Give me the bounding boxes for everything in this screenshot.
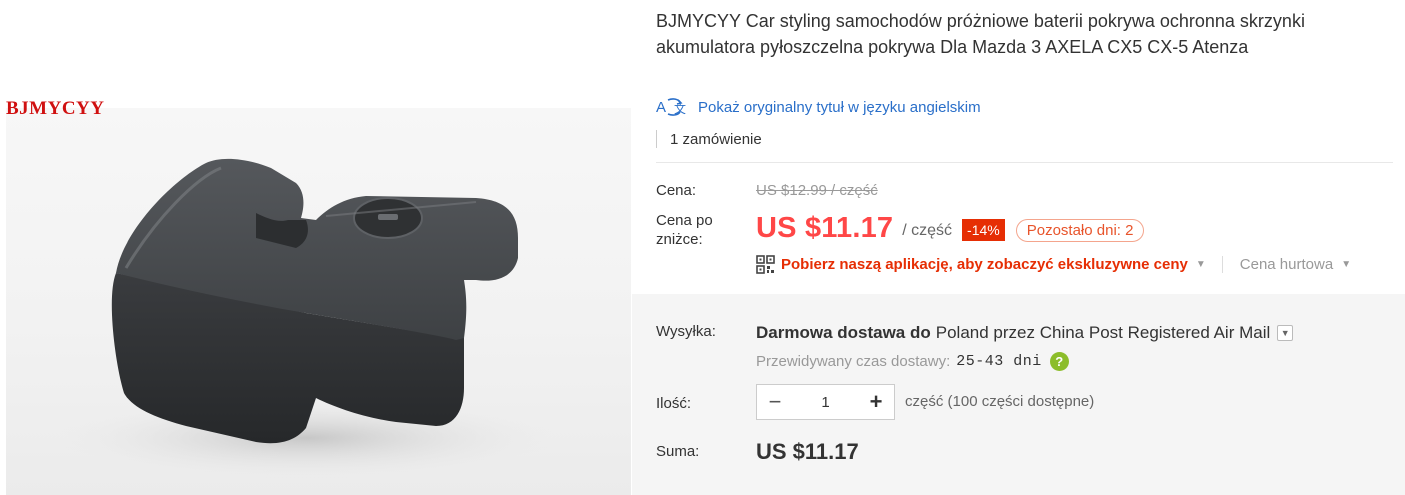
dropdown-icon[interactable]: ▼: [1277, 325, 1294, 341]
orders-divider: [656, 130, 657, 148]
product-info-panel: BJMYCYY Car styling samochodów próżniowe…: [632, 0, 1405, 495]
delivery-label: Przewidywany czas dostawy:: [756, 352, 951, 370]
price-label: Cena:: [656, 182, 697, 199]
discount-price-row: US $11.17 / część -14% Pozostało dni: 2: [756, 208, 1145, 248]
free-shipping-text: Darmowa dostawa do: [756, 323, 931, 342]
section-divider: [656, 162, 1393, 163]
quantity-stepper: − 1 +: [756, 384, 895, 420]
delivery-estimate: Przewidywany czas dostawy: 25-43 dni ?: [756, 350, 1069, 372]
quantity-availability: część (100 części dostępne): [905, 393, 1095, 410]
caret-down-icon[interactable]: ▼: [1196, 259, 1206, 270]
product-photo[interactable]: [6, 108, 631, 495]
quantity-label: Ilość:: [656, 395, 692, 412]
battery-cover-image: [56, 158, 556, 478]
brand-watermark: BJMYCYY: [6, 98, 105, 119]
product-title: BJMYCYY Car styling samochodów próżniowe…: [656, 11, 1305, 57]
minus-icon[interactable]: −: [757, 385, 793, 419]
total-price: US $11.17: [756, 439, 859, 464]
qr-code-icon: [756, 254, 775, 274]
svg-text:文: 文: [674, 101, 686, 116]
wholesale-price-link[interactable]: Cena hurtowa: [1240, 256, 1333, 273]
plus-icon[interactable]: +: [858, 385, 894, 419]
help-icon[interactable]: ?: [1049, 351, 1069, 371]
quantity-input[interactable]: 1: [793, 394, 858, 411]
original-price: US $12.99 / część: [756, 182, 878, 199]
translate-row[interactable]: A 文 Pokaż oryginalny tytuł w języku angi…: [656, 96, 981, 118]
svg-text:A: A: [656, 99, 666, 116]
days-left-badge: Pozostało dni: 2: [1015, 218, 1145, 242]
orders-row: 1 zamówienie: [656, 128, 762, 150]
discount-badge: -14%: [962, 219, 1005, 241]
show-original-title-link[interactable]: Pokaż oryginalny tytuł w języku angielsk…: [698, 99, 981, 116]
caret-down-icon[interactable]: ▼: [1341, 259, 1351, 270]
shipping-method[interactable]: Darmowa dostawa do Poland przez China Po…: [756, 321, 1294, 345]
app-promo-link[interactable]: Pobierz naszą aplikację, aby zobaczyć ek…: [781, 256, 1188, 273]
translate-icon[interactable]: A 文: [656, 96, 688, 118]
current-price: US $11.17: [756, 211, 894, 244]
orders-count: 1 zamówienie: [670, 130, 762, 148]
shipping-label: Wysyłka:: [656, 323, 716, 340]
shipping-destination[interactable]: Poland przez China Post Registered Air M…: [936, 323, 1271, 343]
app-promo-row: Pobierz naszą aplikację, aby zobaczyć ek…: [756, 253, 1351, 275]
delivery-days: 25-43 dni: [956, 352, 1042, 370]
product-image-panel: BJMYCYY: [0, 0, 632, 495]
price-unit: / część: [902, 222, 953, 239]
discount-price-label: Cena po zniżce:: [656, 212, 713, 248]
promo-separator: [1221, 255, 1223, 273]
total-label: Suma:: [656, 443, 700, 460]
